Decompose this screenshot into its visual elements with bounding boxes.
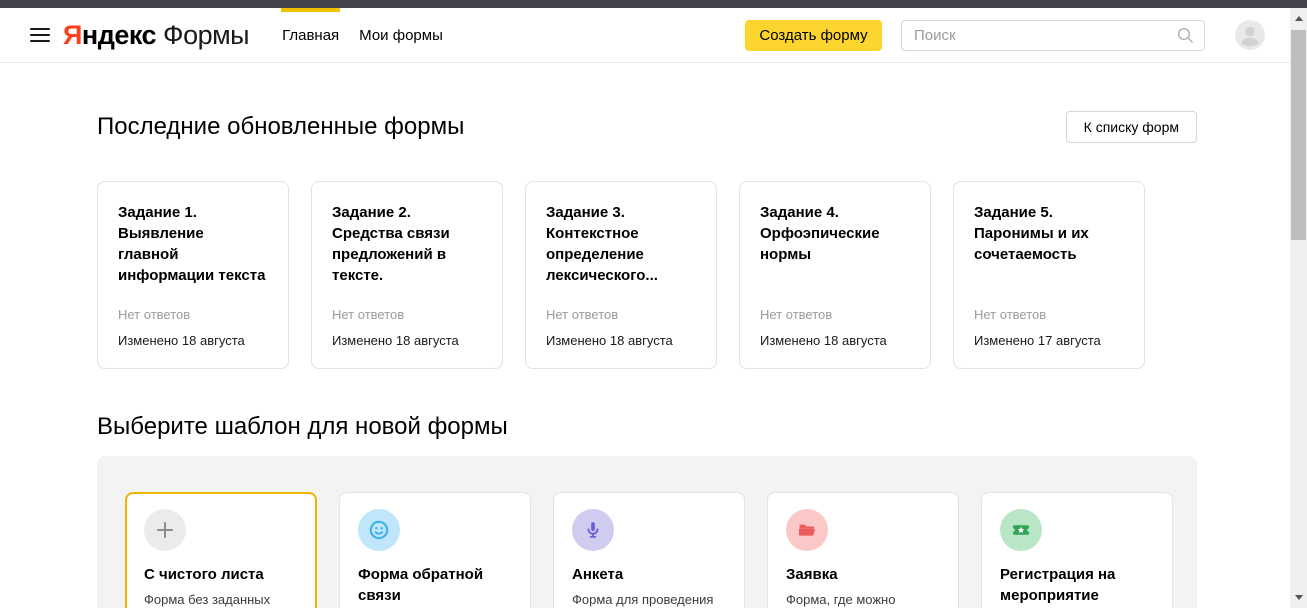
search-icon [1177, 27, 1193, 43]
navbar: Яндекс Формы Главная Мои формы Создать фо… [0, 7, 1290, 63]
tab-my-forms-label: Мои формы [359, 26, 443, 44]
templates-panel: С чистого листа Форма без заданных Форма… [97, 456, 1197, 608]
search-input[interactable] [901, 19, 1205, 51]
plus-icon [144, 509, 186, 551]
templates-section-title: Выберите шаблон для новой формы [97, 413, 508, 440]
form-card-title: Задание 3. Контекстное определение лекси… [546, 204, 658, 284]
folder-icon [786, 509, 828, 551]
user-avatar[interactable] [1235, 20, 1265, 50]
form-card-5[interactable]: Задание 5. Паронимы и их сочетаемость Не… [953, 181, 1145, 369]
menu-icon[interactable] [30, 28, 50, 42]
template-title: Регистрация на мероприятие [1000, 566, 1116, 604]
logo-product: Формы [163, 19, 250, 50]
logo-brand-rest: ндекс [81, 19, 157, 50]
nav-tabs: Главная Мои формы [281, 7, 444, 63]
form-card-title: Задание 5. Паронимы и их сочетаемость [974, 204, 1089, 263]
recent-section-title: Последние обновленные формы [97, 113, 465, 140]
form-card-title: Задание 1. Выявление главной информации … [118, 204, 266, 284]
template-title: Анкета [572, 566, 624, 583]
form-card-answers: Нет ответов [546, 307, 619, 322]
recent-section-header: Последние обновленные формы К списку фор… [97, 64, 1197, 143]
form-card-2[interactable]: Задание 2. Средства связи предложений в … [311, 181, 503, 369]
form-card-1[interactable]: Задание 1. Выявление главной информации … [97, 181, 289, 369]
form-card-answers: Нет ответов [118, 307, 191, 322]
template-card-feedback[interactable]: Форма обратной связи [339, 492, 531, 608]
recent-forms-row: Задание 1. Выявление главной информации … [97, 181, 1197, 369]
form-card-4[interactable]: Задание 4. Орфоэпические нормы Нет ответ… [739, 181, 931, 369]
create-form-button[interactable]: Создать форму [745, 19, 882, 51]
to-forms-list-button[interactable]: К списку форм [1065, 111, 1197, 143]
scroll-thumb[interactable] [1291, 30, 1306, 240]
browser-chrome-strip [0, 0, 1307, 8]
smiley-icon [358, 509, 400, 551]
form-card-title: Задание 4. Орфоэпические нормы [760, 204, 880, 263]
template-card-request[interactable]: Заявка Форма, где можно [767, 492, 959, 608]
main-content: Последние обновленные формы К списку фор… [0, 64, 1290, 608]
template-title: Форма обратной связи [358, 566, 484, 604]
person-icon [1235, 20, 1265, 50]
form-card-answers: Нет ответов [974, 307, 1047, 322]
template-subtitle: Форма без заданных [144, 592, 271, 607]
template-title: С чистого листа [144, 566, 264, 583]
search-box [901, 19, 1205, 51]
logo-brand-initial: Я [63, 19, 82, 50]
form-card-modified: Изменено 18 августа [760, 333, 887, 348]
form-card-modified: Изменено 17 августа [974, 333, 1101, 348]
form-card-3[interactable]: Задание 3. Контекстное определение лекси… [525, 181, 717, 369]
template-subtitle: Форма, где можно [786, 592, 896, 607]
tab-home-label: Главная [282, 26, 340, 44]
form-card-answers: Нет ответов [760, 307, 833, 322]
template-card-survey[interactable]: Анкета Форма для проведения [553, 492, 745, 608]
scrollbar[interactable] [1290, 8, 1307, 608]
scroll-down-button[interactable] [1290, 589, 1307, 606]
tab-my-forms[interactable]: Мои формы [358, 8, 444, 63]
form-card-modified: Изменено 18 августа [118, 333, 245, 348]
form-card-modified: Изменено 18 августа [546, 333, 673, 348]
microphone-icon [572, 509, 614, 551]
template-card-blank[interactable]: С чистого листа Форма без заданных [125, 492, 317, 608]
ticket-icon [1000, 509, 1042, 551]
template-title: Заявка [786, 566, 838, 583]
yandex-forms-logo[interactable]: Яндекс Формы [63, 19, 250, 51]
template-subtitle: Форма для проведения [572, 592, 714, 607]
scroll-up-button[interactable] [1290, 10, 1307, 27]
tab-home[interactable]: Главная [281, 7, 341, 63]
form-card-modified: Изменено 18 августа [332, 333, 459, 348]
template-card-event-registration[interactable]: Регистрация на мероприятие [981, 492, 1173, 608]
form-card-title: Задание 2. Средства связи предложений в … [332, 204, 450, 284]
form-card-answers: Нет ответов [332, 307, 405, 322]
